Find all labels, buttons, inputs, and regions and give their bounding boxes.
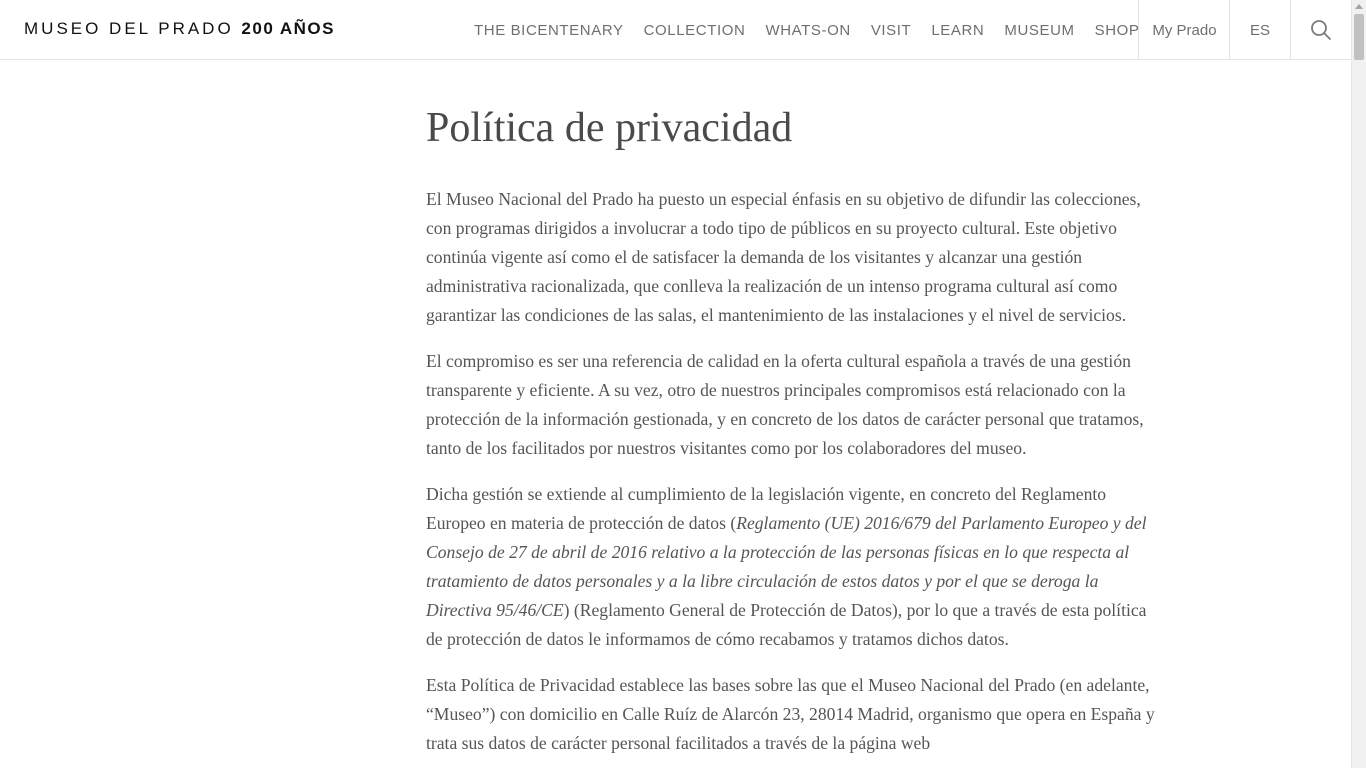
paragraph-commitment: El compromiso es ser una referencia de c… [426, 351, 1144, 458]
logo-text: MUSEO DEL PRADO [24, 19, 234, 38]
language-label: ES [1249, 21, 1270, 39]
nav-item-the-bicentenary[interactable]: THE BICENTENARY [464, 22, 634, 39]
language-selector[interactable]: ES [1229, 0, 1290, 60]
scrollbar-thumb[interactable] [1354, 14, 1364, 60]
scroll-up-arrow-icon[interactable] [1355, 4, 1363, 9]
main-nav: THE BICENTENARY COLLECTION WHATS-ON VISI… [464, 0, 1150, 60]
museo-del-prado-logo[interactable]: MUSEO DEL PRADO 200 AÑOS [24, 19, 335, 39]
page-scrollbar[interactable] [1351, 0, 1366, 768]
nav-item-learn[interactable]: LEARN [921, 22, 994, 39]
my-prado-label: My Prado [1152, 21, 1217, 39]
paragraph-scope: Esta Política de Privacidad establece la… [426, 675, 1155, 753]
paragraph-intro: El Museo Nacional del Prado ha puesto un… [426, 189, 1141, 325]
nav-item-whats-on[interactable]: WHATS-ON [755, 22, 860, 39]
logo-200-anos: 200 AÑOS [241, 19, 335, 38]
nav-item-museum[interactable]: MUSEUM [994, 22, 1084, 39]
search-icon [1311, 20, 1331, 40]
search-button[interactable] [1290, 0, 1351, 60]
nav-item-visit[interactable]: VISIT [861, 22, 922, 39]
main-content: Política de privacidad El Museo Nacional… [426, 100, 1161, 758]
page-title: Política de privacidad [426, 105, 793, 151]
paragraph-regulation: Dicha gestión se extiende al cumplimient… [426, 480, 1161, 654]
nav-item-collection[interactable]: COLLECTION [634, 22, 756, 39]
top-navigation-bar: MUSEO DEL PRADO 200 AÑOS THE BICENTENARY… [0, 0, 1351, 60]
my-prado-button[interactable]: My Prado [1138, 0, 1230, 60]
